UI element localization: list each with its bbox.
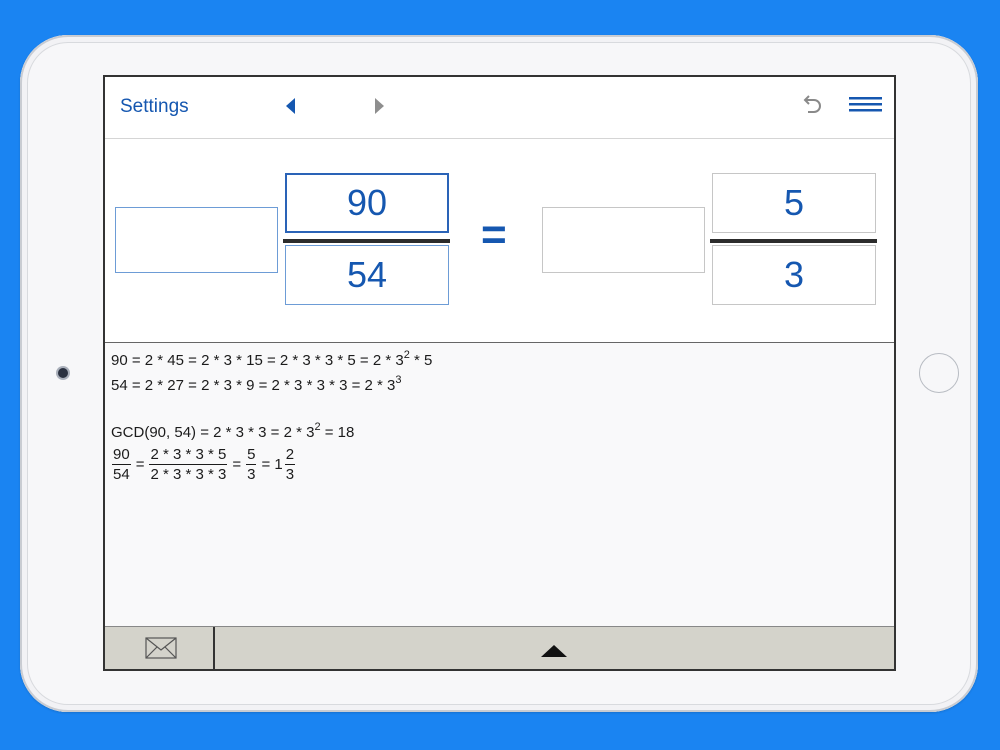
camera-icon: [58, 368, 68, 378]
operator: =: [232, 456, 242, 473]
toolbar: Settings: [105, 77, 894, 139]
fraction: 2 * 3 * 3 * 5 2 * 3 * 3 * 3: [149, 446, 228, 483]
left-fraction-bar: [283, 239, 450, 243]
fraction-denominator: 2 * 3 * 3 * 3: [150, 466, 227, 483]
right-fraction-bar: [710, 239, 877, 243]
triangle-left-icon: [286, 98, 295, 114]
factor-line-numerator: 90 = 2 * 45 = 2 * 3 * 15 = 2 * 3 * 3 * 5…: [111, 349, 433, 369]
left-denominator-input[interactable]: 54: [285, 245, 449, 305]
step-text: = 18: [320, 424, 355, 441]
fraction-denominator: 3: [247, 466, 256, 483]
step-text: 54 = 2 * 27 = 2 * 3 * 9 = 2 * 3 * 3 * 3 …: [111, 377, 396, 394]
mail-icon: [145, 637, 177, 659]
fraction-input-area: 90 54 = 5 3: [105, 139, 894, 343]
equals-sign: =: [481, 210, 507, 259]
factor-line-denominator: 54 = 2 * 27 = 2 * 3 * 9 = 2 * 3 * 3 * 3 …: [111, 374, 402, 394]
fraction-denominator: 54: [113, 466, 130, 483]
bottom-bar: [105, 626, 894, 669]
fraction-numerator: 5: [246, 446, 257, 465]
exponent: 2: [403, 349, 410, 361]
fraction-numerator: 90: [112, 446, 131, 465]
step-text: * 5: [409, 352, 433, 369]
right-numerator-output: 5: [712, 173, 876, 233]
fraction-numerator: 2: [284, 446, 296, 465]
step-text: 90 = 2 * 45 = 2 * 3 * 15 = 2 * 3 * 3 * 5…: [111, 352, 404, 369]
right-whole-output: [542, 207, 705, 273]
gcd-line: GCD(90, 54) = 2 * 3 * 3 = 2 * 32 = 18: [111, 421, 355, 441]
operator: =: [135, 456, 145, 473]
home-button[interactable]: [919, 353, 959, 393]
exponent: 3: [395, 374, 402, 386]
fraction: 2 3: [284, 446, 296, 483]
email-button[interactable]: [105, 627, 215, 669]
left-numerator-input[interactable]: 90: [285, 173, 449, 233]
next-button[interactable]: [369, 95, 389, 117]
fraction-denominator: 3: [285, 466, 295, 483]
solution-steps: 90 = 2 * 45 = 2 * 3 * 15 = 2 * 3 * 3 * 5…: [105, 343, 894, 626]
previous-button[interactable]: [281, 95, 301, 117]
triangle-up-icon: [541, 645, 567, 657]
app-screen: Settings 90 54 = 5 3 90 = 2 * 45 = 2 * 3…: [103, 75, 896, 671]
menu-icon: [849, 97, 882, 112]
expand-keyboard-button[interactable]: [539, 643, 569, 659]
undo-button[interactable]: [799, 92, 825, 118]
left-whole-input[interactable]: [115, 207, 278, 273]
operator: = 1: [261, 456, 283, 473]
exponent: 2: [314, 421, 321, 433]
right-denominator-output: 3: [712, 245, 876, 305]
fraction: 90 54: [112, 446, 131, 483]
settings-button[interactable]: Settings: [120, 96, 189, 118]
triangle-right-icon: [375, 98, 384, 114]
menu-button[interactable]: [849, 95, 883, 115]
simplification-line: 90 54 = 2 * 3 * 3 * 5 2 * 3 * 3 * 3 = 5 …: [111, 446, 296, 483]
step-text: GCD(90, 54) = 2 * 3 * 3 = 2 * 3: [111, 424, 315, 441]
fraction: 5 3: [246, 446, 257, 483]
fraction-numerator: 2 * 3 * 3 * 5: [149, 446, 228, 465]
undo-icon: [803, 95, 821, 113]
